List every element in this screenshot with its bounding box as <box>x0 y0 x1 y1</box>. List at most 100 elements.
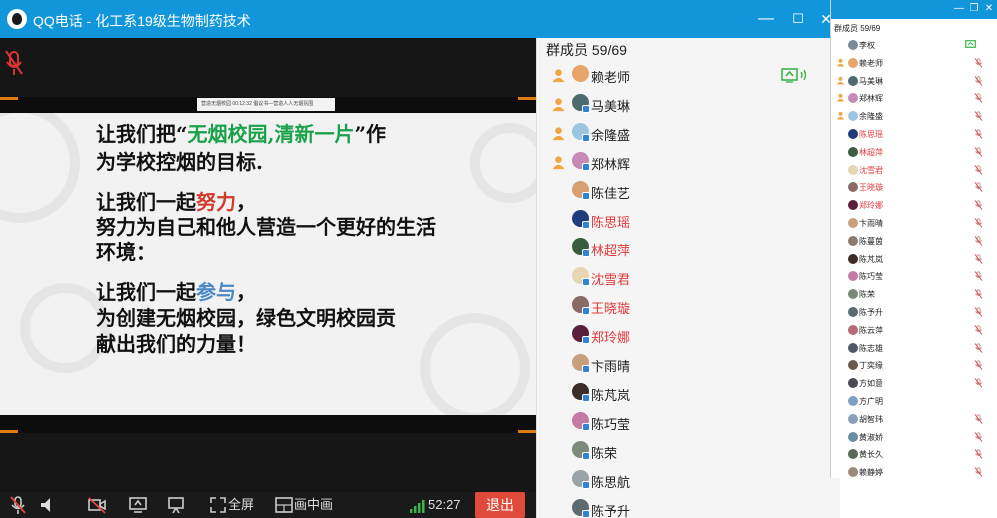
mic-muted-icon <box>974 200 983 210</box>
floating-member-row[interactable]: 赖老师 <box>831 54 997 72</box>
member-name: 胡智玮 <box>859 414 883 424</box>
device-badge-icon <box>582 422 590 431</box>
screen-sharing-icon <box>781 68 807 83</box>
floating-member-row[interactable]: 陈思瑶 <box>831 125 997 143</box>
floating-member-row[interactable]: 陈荣 <box>831 285 997 303</box>
member-row[interactable]: 卞雨晴 <box>537 350 840 379</box>
slide-decoration <box>470 123 536 203</box>
member-name: 林超萍 <box>591 243 631 259</box>
slide-line-7: 为创建无烟校园，绿色文明校园贡 <box>96 306 396 330</box>
mic-muted-icon <box>974 57 983 68</box>
mic-muted-icon <box>974 449 983 460</box>
floating-member-row[interactable]: 马美琳 <box>831 72 997 90</box>
floating-member-row[interactable]: 卞雨晴 <box>831 214 997 232</box>
admin-icon <box>836 58 845 67</box>
floating-member-row[interactable]: 黄淑娇 <box>831 428 997 446</box>
signal-bars-icon <box>410 500 425 513</box>
screen-share-button[interactable] <box>128 495 148 515</box>
device-badge-icon <box>582 336 590 345</box>
floating-member-row[interactable]: 方广明 <box>831 392 997 410</box>
slide-line-3: 让我们一起努力， <box>96 189 256 215</box>
floating-member-row[interactable]: 黄长久 <box>831 445 997 463</box>
member-name: 陈巧莹 <box>591 416 631 432</box>
floating-member-row[interactable]: 沈雪君 <box>831 161 997 179</box>
member-row[interactable]: 陈荣 <box>537 437 840 466</box>
member-row[interactable]: 沈雪君 <box>537 263 840 292</box>
member-row[interactable]: 余隆盛 <box>537 119 840 148</box>
avatar <box>572 65 589 82</box>
floating-title-bar[interactable]: — ❐ ✕ <box>831 0 997 19</box>
floating-member-row[interactable]: 林超萍 <box>831 143 997 161</box>
avatar <box>848 378 858 389</box>
member-name: 沈雪君 <box>591 272 631 288</box>
camera-toggle[interactable] <box>87 495 107 515</box>
floating-member-row[interactable]: 赖静婷 <box>831 463 997 478</box>
pip-label: 画中画 <box>294 497 334 512</box>
member-name: 陈芃岚 <box>859 254 883 264</box>
member-row[interactable]: 陈巧莹 <box>537 408 840 437</box>
floating-member-row[interactable]: 王晓璇 <box>831 178 997 196</box>
floating-restore-button[interactable]: ❐ <box>967 2 981 16</box>
avatar <box>848 146 858 157</box>
member-name: 陈荣 <box>859 290 875 300</box>
floating-member-row[interactable]: 胡智玮 <box>831 410 997 428</box>
member-row[interactable]: 陈思瑶 <box>537 206 840 235</box>
exit-call-button[interactable]: 退出 <box>475 492 525 518</box>
floating-minimize-button[interactable]: — <box>952 2 966 16</box>
member-row[interactable]: 陈予升 <box>537 495 840 518</box>
maximize-button[interactable]: ☐ <box>787 8 809 30</box>
speaker-toggle[interactable] <box>38 495 58 515</box>
video-area[interactable]: 营造无烟校园 00:12:32 倡议书—营造人人无烟氛围 让我们把“无烟校园,清… <box>0 38 536 492</box>
mic-muted-icon <box>974 289 983 299</box>
mic-muted-icon <box>974 218 983 228</box>
member-name: 余隆盛 <box>859 112 883 122</box>
member-row[interactable]: 陈思航 <box>537 466 840 495</box>
slide-highlight-green: 无烟校园,清新一片 <box>187 122 355 146</box>
mic-muted-icon <box>974 182 983 193</box>
floating-member-row[interactable]: 陈云萍 <box>831 321 997 339</box>
floating-member-row[interactable]: 郑玲娜 <box>831 196 997 214</box>
member-name: 马美琳 <box>591 98 631 114</box>
mic-muted-icon <box>974 360 983 371</box>
slide-text-span: 让我们一起 <box>96 280 196 304</box>
floating-member-row[interactable]: 陈予升 <box>831 303 997 321</box>
microphone-toggle[interactable] <box>8 495 28 515</box>
member-row[interactable]: 马美琳 <box>537 90 840 119</box>
presentation-button[interactable] <box>166 495 186 515</box>
floating-member-row[interactable]: 郑林辉 <box>831 89 997 107</box>
avatar <box>848 57 858 68</box>
mic-muted-icon <box>974 111 983 121</box>
member-row[interactable]: 林超萍 <box>537 234 840 263</box>
member-row[interactable]: 郑林辉 <box>537 148 840 177</box>
floating-close-button[interactable]: ✕ <box>982 2 996 16</box>
floating-member-row[interactable]: 陈蔓茵 <box>831 232 997 250</box>
floating-member-row[interactable]: 陈巧莹 <box>831 267 997 285</box>
picture-in-picture-button[interactable]: 画中画 <box>274 495 333 515</box>
floating-member-row[interactable]: 陈芃岚 <box>831 250 997 268</box>
floating-member-row[interactable]: 方如意 <box>831 374 997 392</box>
member-row[interactable]: 陈芃岚 <box>537 379 840 408</box>
member-row[interactable]: 郑玲娜 <box>537 321 840 350</box>
member-name: 沈雪君 <box>859 165 883 175</box>
device-badge-icon <box>582 191 590 200</box>
avatar <box>848 164 858 175</box>
floating-member-row[interactable]: 李权 <box>831 36 997 54</box>
floating-member-row[interactable]: 余隆盛 <box>831 107 997 125</box>
member-row[interactable]: 赖老师 <box>537 61 840 90</box>
minimize-button[interactable]: — <box>755 8 777 30</box>
qq-logo-icon <box>7 9 27 29</box>
device-badge-icon <box>582 480 590 489</box>
title-bar[interactable]: QQ电话 - 化工系19级生物制药技术 — ☐ ✕ <box>0 0 840 38</box>
member-row[interactable]: 陈佳艺 <box>537 177 840 206</box>
avatar <box>848 93 858 104</box>
mic-muted-icon <box>974 271 983 282</box>
slide-text-span: ， <box>236 280 256 304</box>
slide-highlight-red: 努力 <box>196 190 236 214</box>
pip-icon <box>275 497 293 513</box>
floating-member-row[interactable]: 丁奕缘 <box>831 356 997 374</box>
floating-member-row[interactable]: 陈志雄 <box>831 339 997 357</box>
member-row[interactable]: 王晓璇 <box>537 292 840 321</box>
presentation-icon <box>168 497 184 514</box>
fullscreen-button[interactable]: 全屏 <box>208 495 254 515</box>
admin-icon <box>552 156 565 169</box>
